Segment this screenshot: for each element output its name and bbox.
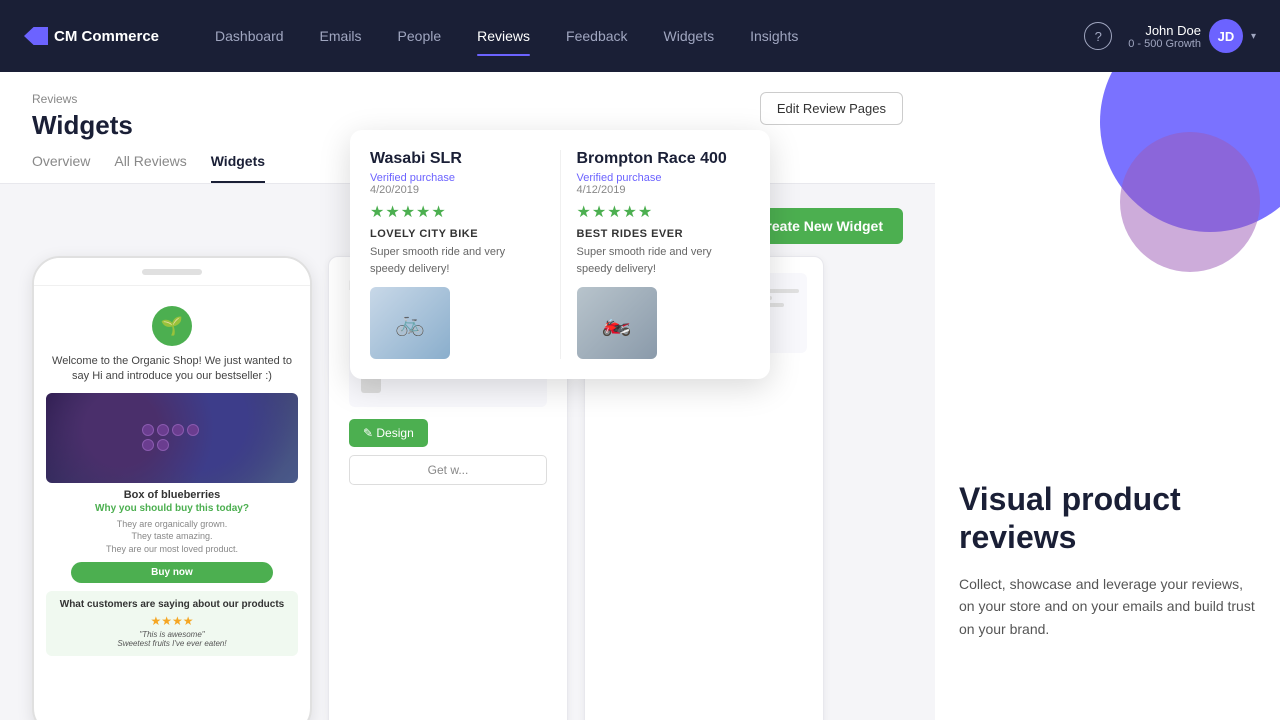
review-1-body: Super smooth ride and very speedy delive…	[370, 244, 544, 277]
berry-1	[142, 424, 154, 436]
desc-1: They are organically grown.	[117, 519, 228, 529]
customers-saying-title: What customers are saying about our prod…	[54, 599, 290, 610]
phone-notch	[34, 258, 310, 286]
user-info: John Doe 0 - 500 Growth	[1128, 23, 1201, 50]
get-widget-button[interactable]: Get w...	[349, 455, 547, 485]
customers-saying-section: What customers are saying about our prod…	[46, 591, 298, 656]
berry-3	[172, 424, 184, 436]
tab-overview[interactable]: Overview	[32, 153, 90, 183]
phone-review-sub: Sweetest fruits I've ever eaten!	[54, 639, 290, 648]
berry-2	[157, 424, 169, 436]
product-image	[46, 393, 298, 483]
review-2-verified: Verified purchase	[577, 172, 751, 184]
review-2-product-image: 🏍️	[577, 287, 657, 359]
nav-links: Dashboard Emails People Reviews Feedback…	[199, 20, 1084, 52]
visual-desc: Collect, showcase and leverage your revi…	[959, 573, 1256, 640]
design-button[interactable]: ✎ Design	[349, 419, 428, 447]
review-card-2: Brompton Race 400 Verified purchase 4/12…	[577, 150, 751, 359]
berry-6	[157, 439, 169, 451]
right-panel-text: Visual product reviews Collect, showcase…	[959, 480, 1256, 640]
tab-widgets[interactable]: Widgets	[211, 153, 265, 183]
review-2-stars: ★★★★★	[577, 202, 751, 222]
desc-3: They are our most loved product.	[106, 544, 238, 554]
desc-2: They taste amazing.	[131, 531, 212, 541]
tab-all-reviews[interactable]: All Reviews	[114, 153, 186, 183]
review-1-product-name: Wasabi SLR	[370, 150, 544, 168]
edit-review-pages-button[interactable]: Edit Review Pages	[760, 92, 903, 125]
help-button[interactable]: ?	[1084, 22, 1112, 50]
review-1-product-image: 🚲	[370, 287, 450, 359]
nav-logo-text: CM Commerce	[54, 28, 159, 45]
user-name: John Doe	[1128, 23, 1201, 38]
phone-review-stars: ★★★★	[54, 614, 290, 628]
nav-link-feedback[interactable]: Feedback	[550, 20, 643, 52]
nav-link-dashboard[interactable]: Dashboard	[199, 20, 300, 52]
berry-circles	[142, 424, 202, 451]
mini-text-group-2	[385, 382, 535, 385]
phone-review-text: "This is awesome"	[54, 630, 290, 639]
nav-link-emails[interactable]: Emails	[304, 20, 378, 52]
nav-link-reviews[interactable]: Reviews	[461, 20, 546, 52]
nav-logo[interactable]: CM Commerce	[24, 27, 159, 45]
cm-commerce-icon	[24, 27, 48, 45]
phone-notch-bar	[142, 269, 202, 275]
nav-link-insights[interactable]: Insights	[734, 20, 814, 52]
nav-right: ? John Doe 0 - 500 Growth JD ▾	[1084, 19, 1256, 53]
buy-now-button[interactable]: Buy now	[71, 562, 273, 583]
berry-5	[142, 439, 154, 451]
page-title: Widgets	[32, 110, 133, 141]
breadcrumb: Reviews	[32, 92, 133, 106]
user-chevron-icon: ▾	[1251, 31, 1256, 42]
review-1-headline: LOVELY CITY BIKE	[370, 228, 544, 240]
review-2-headline: BEST RIDES EVER	[577, 228, 751, 240]
review-1-stars: ★★★★★	[370, 202, 544, 222]
review-1-verified: Verified purchase	[370, 172, 544, 184]
review-2-body: Super smooth ride and very speedy delive…	[577, 244, 751, 277]
navbar: CM Commerce Dashboard Emails People Revi…	[0, 0, 1280, 72]
user-avatar: JD	[1209, 19, 1243, 53]
shop-welcome-text: Welcome to the Organic Shop! We just wan…	[46, 354, 298, 385]
purple-blob-2	[1120, 132, 1260, 272]
product-why: Why you should buy this today?	[46, 503, 298, 514]
berry-4	[187, 424, 199, 436]
review-2-date: 4/12/2019	[577, 184, 751, 196]
phone-content: 🌱 Welcome to the Organic Shop! We just w…	[34, 286, 310, 668]
nav-link-widgets[interactable]: Widgets	[648, 20, 731, 52]
berries-image	[46, 393, 298, 483]
user-menu[interactable]: John Doe 0 - 500 Growth JD ▾	[1128, 19, 1256, 53]
product-name: Box of blueberries	[46, 489, 298, 501]
product-desc: They are organically grown. They taste a…	[46, 518, 298, 556]
review-1-date: 4/20/2019	[370, 184, 544, 196]
right-panel: Visual product reviews Collect, showcase…	[935, 72, 1280, 720]
shop-logo-icon: 🌱	[152, 306, 192, 346]
phone-widget-preview: 🌱 Welcome to the Organic Shop! We just w…	[32, 256, 312, 720]
nav-link-people[interactable]: People	[382, 20, 458, 52]
review-card-1: Wasabi SLR Verified purchase 4/20/2019 ★…	[370, 150, 561, 359]
title-group: Reviews Widgets	[32, 92, 133, 141]
review-2-product-name: Brompton Race 400	[577, 150, 751, 168]
user-plan: 0 - 500 Growth	[1128, 38, 1201, 50]
review-overlay: Wasabi SLR Verified purchase 4/20/2019 ★…	[350, 130, 770, 379]
visual-title: Visual product reviews	[959, 480, 1256, 557]
